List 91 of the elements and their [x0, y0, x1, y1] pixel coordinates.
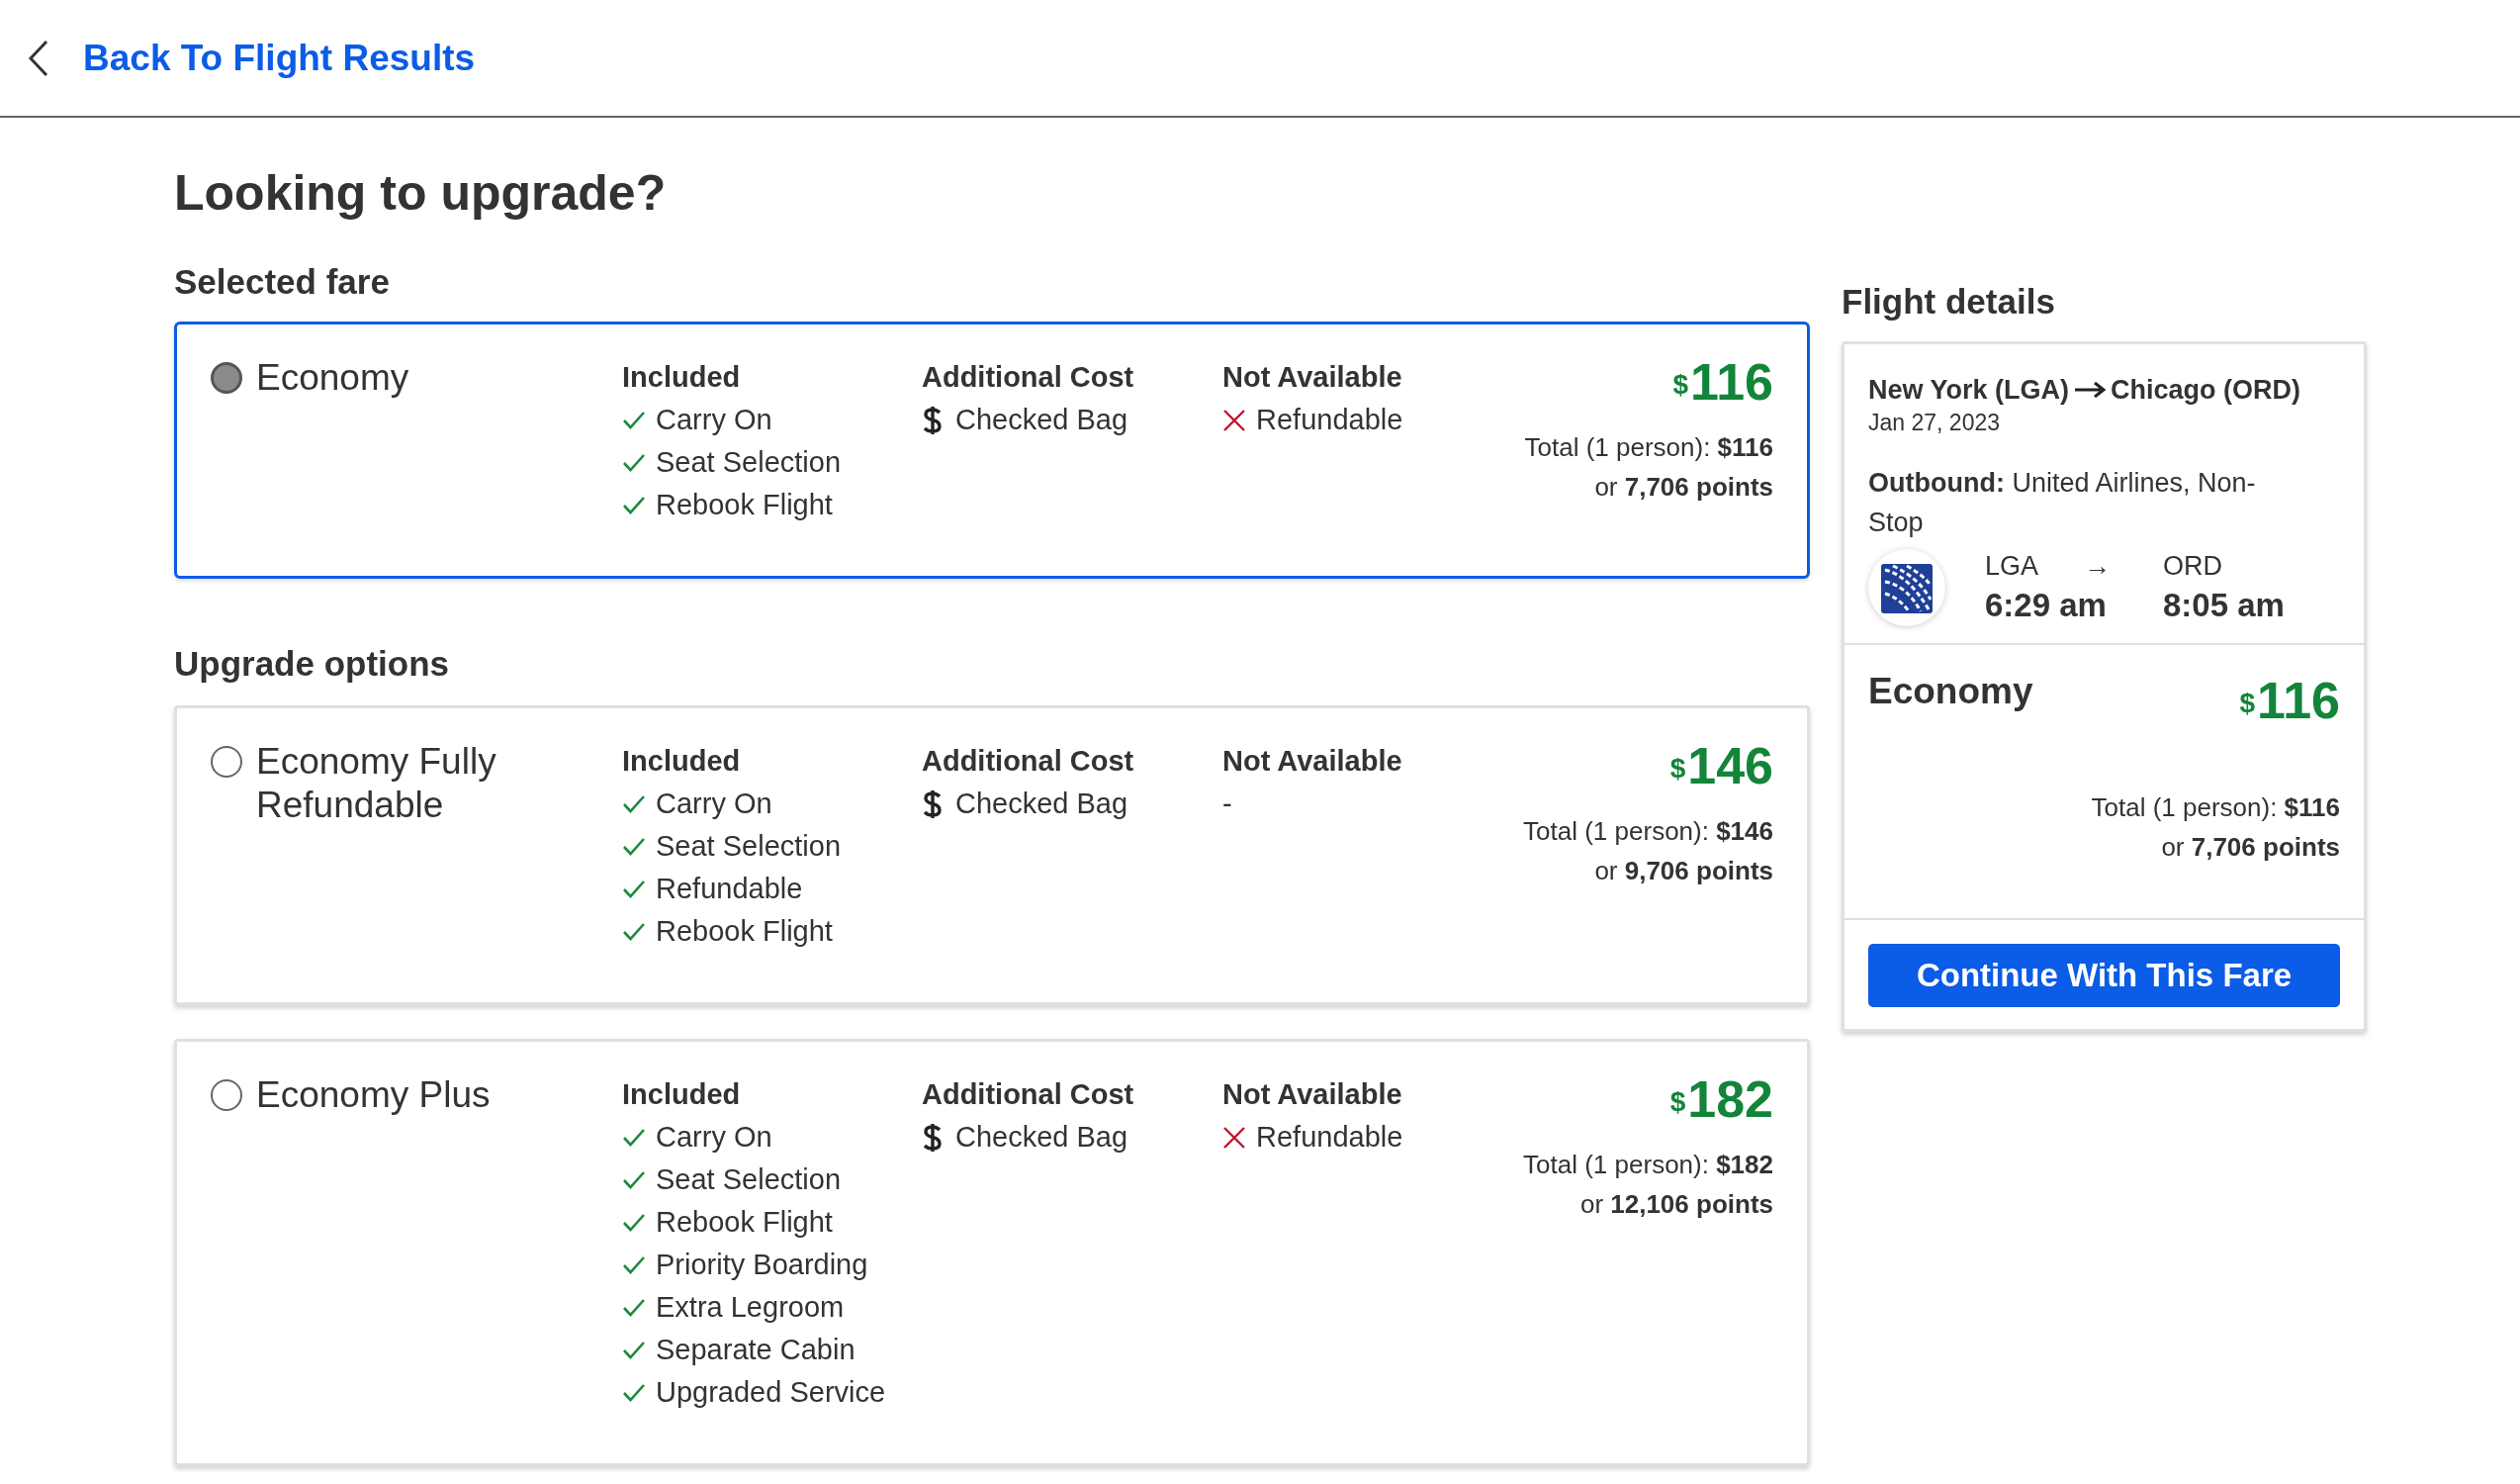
- radio-button[interactable]: [211, 746, 242, 778]
- departure-time: 6:29 am: [1985, 586, 2108, 625]
- check-icon: [622, 879, 646, 899]
- arrow-right-icon: [2073, 380, 2108, 400]
- column-heading: Included: [622, 1077, 742, 1112]
- feature-label: Seat Selection: [656, 829, 841, 864]
- points-price: or 9,706 points: [1594, 855, 1773, 887]
- route-destination: Chicago (ORD): [2111, 374, 2301, 407]
- fare-name: Economy Plus: [256, 1073, 492, 1117]
- points-price: or 12,106 points: [1579, 1188, 1773, 1221]
- airport-code: LGA: [1985, 550, 2040, 583]
- currency-symbol: $: [2239, 687, 2256, 720]
- route-origin: New York (LGA): [1868, 374, 2070, 407]
- fare-price: 146: [1687, 740, 1773, 791]
- feature-label: Refundable: [1256, 403, 1403, 437]
- fare-name: Economy: [256, 356, 410, 400]
- check-icon: [622, 793, 646, 814]
- feature-label: Rebook Flight: [656, 1205, 833, 1240]
- radio-button[interactable]: [211, 362, 242, 394]
- feature-label: Rebook Flight: [656, 488, 833, 522]
- check-icon: [622, 410, 646, 430]
- fare-card[interactable]: [174, 1039, 1810, 1466]
- fare-price: 116: [2257, 675, 2340, 726]
- total-price: Total (1 person): $182: [1523, 1149, 1773, 1181]
- close-icon: [1222, 408, 1246, 432]
- points-price: or 7,706 points: [2161, 831, 2340, 864]
- airport-code: ORD: [2163, 550, 2223, 583]
- arrow-glyph: →: [2084, 550, 2111, 583]
- empty-dash: -: [1222, 787, 1233, 821]
- feature-label: Extra Legroom: [656, 1290, 845, 1325]
- feature-label: Checked Bag: [955, 787, 1128, 821]
- fare-name: Economy Fully Refundable: [256, 740, 497, 827]
- close-icon: [1222, 1125, 1246, 1150]
- check-icon: [622, 452, 646, 473]
- section-heading: Flight details: [1842, 281, 2056, 323]
- column-heading: Not Available: [1222, 360, 1403, 395]
- fare-card[interactable]: Economy Included Carry On Seat Selection Rebook Flight Additional Cost Checked Bag Not Available Refundable $116 Total (1 person): $116 or 7,706 points: [174, 322, 1810, 579]
- feature-label: Seat Selection: [656, 445, 841, 480]
- feature-label: Checked Bag: [955, 1120, 1128, 1155]
- feature-label: Carry On: [656, 787, 772, 821]
- total-price: Total (1 person): $116: [1524, 431, 1773, 464]
- fare-name: Economy: [1868, 670, 2033, 713]
- feature-label: Carry On: [656, 1120, 772, 1155]
- radio-button[interactable]: [211, 1079, 242, 1111]
- dollar-icon: [922, 1122, 944, 1153]
- check-icon: [622, 921, 646, 942]
- back-link[interactable]: Back To Flight Results: [83, 30, 476, 86]
- check-icon: [622, 1297, 646, 1318]
- flight-date: Jan 27, 2023: [1868, 409, 2001, 437]
- currency-symbol: $: [1669, 1085, 1686, 1119]
- column-heading: Not Available: [1222, 1077, 1403, 1112]
- continue-button[interactable]: Continue With This Fare: [1868, 944, 2340, 1007]
- check-icon: [622, 1127, 646, 1148]
- fare-price: 182: [1687, 1073, 1773, 1125]
- points-price: or 7,706 points: [1594, 471, 1773, 504]
- section-heading: Upgrade options: [174, 643, 451, 685]
- check-icon: [622, 1212, 646, 1233]
- check-icon: [622, 1169, 646, 1190]
- feature-label: Refundable: [656, 872, 803, 906]
- feature-label: Carry On: [656, 403, 772, 437]
- check-icon: [622, 1340, 646, 1360]
- dollar-icon: [922, 405, 944, 435]
- feature-label: Refundable: [1256, 1120, 1403, 1155]
- outbound-info: Outbound: United Airlines, Non-Stop: [1868, 467, 2257, 539]
- feature-label: Upgraded Service: [656, 1375, 886, 1410]
- feature-label: Seat Selection: [656, 1162, 841, 1197]
- feature-label: Checked Bag: [955, 403, 1128, 437]
- check-icon: [622, 1254, 646, 1275]
- dollar-icon: [922, 788, 944, 819]
- currency-symbol: $: [1672, 368, 1689, 402]
- total-price: Total (1 person): $146: [1523, 815, 1773, 848]
- section-heading: Selected fare: [174, 261, 391, 303]
- check-icon: [622, 495, 646, 515]
- check-icon: [622, 836, 646, 857]
- column-heading: Not Available: [1222, 744, 1403, 779]
- feature-label: Separate Cabin: [656, 1333, 855, 1367]
- fare-card[interactable]: Economy Fully Refundable Included Carry On Seat Selection Refundable Rebook Flight Additional Cost Checked Bag Not Available - $146 Total (1 person): $146 or 9,706 points: [174, 705, 1810, 1005]
- back-chevron-icon[interactable]: [28, 39, 49, 77]
- column-heading: Included: [622, 360, 742, 395]
- fare-price: 116: [1690, 356, 1773, 408]
- currency-symbol: $: [1669, 752, 1686, 786]
- arrival-time: 8:05 am: [2163, 586, 2285, 625]
- column-heading: Additional Cost: [922, 1077, 1135, 1112]
- page-title: Looking to upgrade?: [174, 164, 668, 223]
- column-heading: Included: [622, 744, 742, 779]
- check-icon: [622, 1382, 646, 1403]
- total-price: Total (1 person): $116: [2091, 791, 2340, 824]
- feature-label: Priority Boarding: [656, 1248, 868, 1282]
- feature-label: Rebook Flight: [656, 914, 833, 949]
- column-heading: Additional Cost: [922, 360, 1135, 395]
- column-heading: Additional Cost: [922, 744, 1135, 779]
